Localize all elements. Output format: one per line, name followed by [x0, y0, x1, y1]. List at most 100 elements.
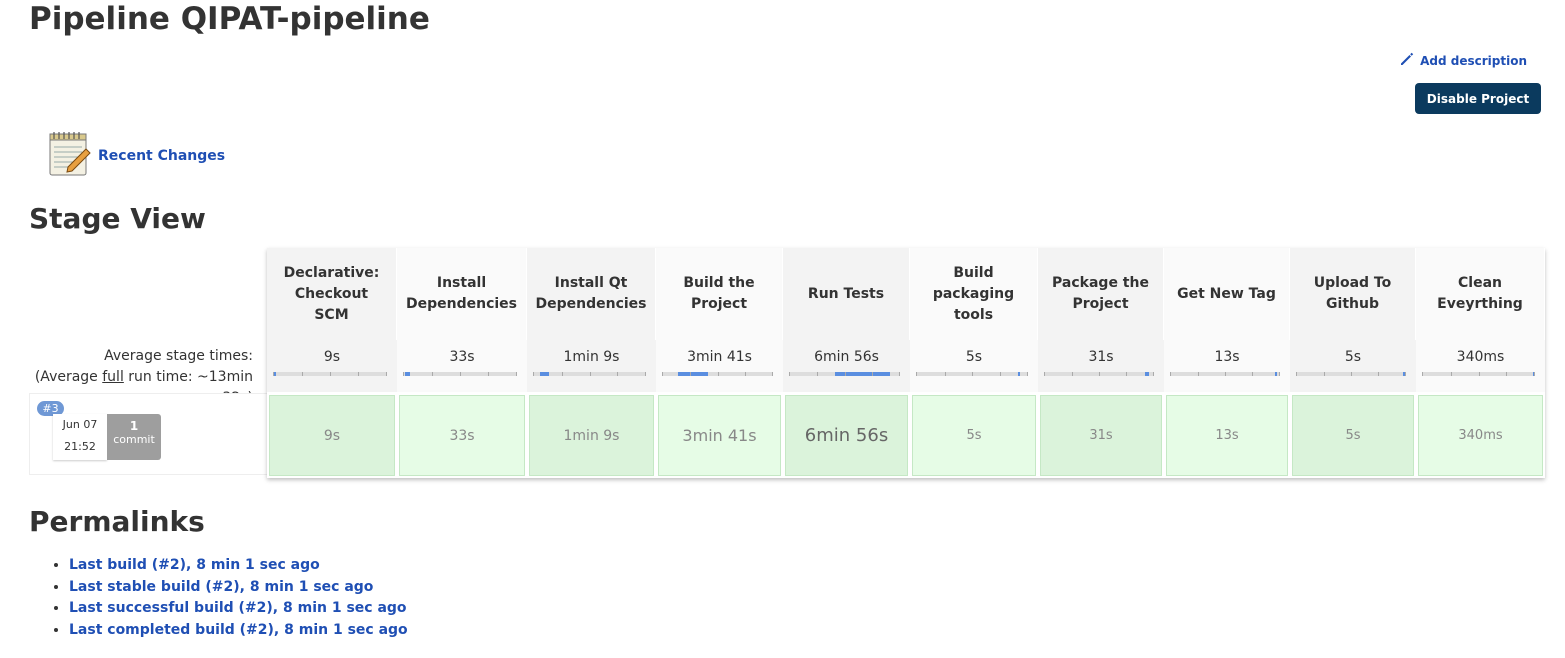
- stage-header: Upload To Github: [1290, 248, 1416, 340]
- stage-average: 1min 9s: [527, 340, 656, 392]
- stage-average: 5s: [1290, 340, 1416, 392]
- stage-run-time: 13s: [1215, 428, 1239, 443]
- stage-time-bar: [916, 372, 1028, 376]
- stage-time-bar-tick: [1225, 372, 1226, 376]
- stage-average-time: 6min 56s: [814, 349, 879, 365]
- stage-time-bar-fill: [274, 372, 276, 376]
- stage-run-time: 33s: [449, 427, 475, 444]
- stage-average: 33s: [397, 340, 527, 392]
- stage-time-bar-tick: [972, 372, 973, 376]
- add-description-label: Add description: [1420, 53, 1527, 68]
- stage-column: Clean Eveyrthing 340ms 340ms: [1416, 248, 1545, 478]
- stage-run-time: 9s: [323, 427, 341, 444]
- stage-run-cell[interactable]: 3min 41s: [658, 395, 781, 476]
- stage-time-bar-tick: [1324, 372, 1325, 376]
- stage-column: Build the Project 3min 41s 3min 41s: [656, 248, 783, 478]
- stage-run-cell[interactable]: 5s: [912, 395, 1036, 476]
- stage-run-cell[interactable]: 33s: [399, 395, 525, 476]
- stage-time-bar-tick: [1478, 372, 1480, 376]
- permalink-item: Last build (#2), 8 min 1 sec ago: [69, 555, 408, 577]
- stage-average-time: 5s: [965, 349, 983, 365]
- notepad-icon: [48, 131, 92, 181]
- permalink-last-completed-build[interactable]: Last completed build (#2), 8 min 1 sec a…: [69, 622, 408, 638]
- stage-run-time: 31s: [1089, 428, 1113, 443]
- stage-run-cell[interactable]: 9s: [269, 395, 395, 476]
- stage-time-bar-tick: [744, 372, 746, 376]
- build-commits-button[interactable]: 1 commit: [107, 414, 161, 460]
- stage-run-cell[interactable]: 6min 56s: [785, 395, 908, 476]
- stage-time-bar-tick: [1126, 372, 1127, 376]
- stage-header: Declarative: Checkout SCM: [267, 248, 397, 340]
- stage-time-bar-fill: [834, 372, 891, 376]
- permalink-item: Last completed build (#2), 8 min 1 sec a…: [69, 620, 408, 642]
- stage-time-bar-tick: [488, 372, 489, 376]
- stage-time-bar-tick: [330, 372, 331, 376]
- stage-column: Get New Tag 13s 13s: [1164, 248, 1290, 478]
- stage-time-bar: [1296, 372, 1406, 376]
- full-run-link[interactable]: full: [102, 369, 124, 385]
- stage-time-bar-tick: [358, 372, 359, 376]
- stage-column: Declarative: Checkout SCM 9s 9s: [267, 248, 397, 478]
- stage-average-time: 3min 41s: [687, 349, 752, 365]
- stage-average-time: 13s: [1214, 349, 1240, 365]
- stage-run-time: 340ms: [1458, 428, 1503, 443]
- stage-header: Run Tests: [783, 248, 910, 340]
- stage-time-bar-fill: [1145, 372, 1150, 376]
- stage-table: Declarative: Checkout SCM 9s 9s Install …: [267, 248, 1545, 478]
- stage-time-bar: [273, 372, 387, 376]
- stage-time-bar-tick: [1378, 372, 1379, 376]
- stage-time-bar-tick: [460, 372, 461, 376]
- recent-changes-link[interactable]: Recent Changes: [98, 148, 225, 164]
- stage-average-time: 33s: [449, 349, 475, 365]
- stage-run-cell[interactable]: 5s: [1292, 395, 1414, 476]
- page-title: Pipeline QIPAT-pipeline: [29, 1, 430, 37]
- stage-average: 3min 41s: [656, 340, 783, 392]
- stage-run-time: 6min 56s: [804, 425, 889, 446]
- stage-column: Install Qt Dependencies 1min 9s 1min 9s: [527, 248, 656, 478]
- stage-time-bar-fill: [1532, 372, 1535, 376]
- stage-header: Build packaging tools: [910, 248, 1038, 340]
- stage-column: Install Dependencies 33s 33s: [397, 248, 527, 478]
- stage-average: 13s: [1164, 340, 1290, 392]
- stage-time-bar-tick: [1198, 372, 1199, 376]
- stage-time-bar-tick: [1252, 372, 1253, 376]
- stage-time-bar-tick: [690, 372, 692, 376]
- build-date: Jun 07 21:52: [53, 414, 107, 460]
- stage-column: Run Tests 6min 56s 6min 56s: [783, 248, 910, 478]
- stage-time-bar: [1170, 372, 1280, 376]
- recent-changes[interactable]: Recent Changes: [48, 131, 225, 181]
- stage-run-cell[interactable]: 13s: [1166, 395, 1288, 476]
- stage-average-time: 5s: [1344, 349, 1362, 365]
- stage-run-cell[interactable]: 1min 9s: [529, 395, 654, 476]
- stage-column: Upload To Github 5s 5s: [1290, 248, 1416, 478]
- stage-run-time: 3min 41s: [682, 426, 757, 445]
- stage-average: 5s: [910, 340, 1038, 392]
- add-description-link[interactable]: Add description: [1399, 51, 1527, 70]
- stage-header: Build the Project: [656, 248, 783, 340]
- permalink-last-successful-build[interactable]: Last successful build (#2), 8 min 1 sec …: [69, 600, 407, 616]
- permalink-item: Last stable build (#2), 8 min 1 sec ago: [69, 577, 408, 599]
- permalink-last-build[interactable]: Last build (#2), 8 min 1 sec ago: [69, 557, 320, 573]
- stage-time-bar-tick: [817, 372, 819, 376]
- stage-run-cell[interactable]: 31s: [1040, 395, 1162, 476]
- stage-header: Install Qt Dependencies: [527, 248, 656, 340]
- stage-run-cell[interactable]: 340ms: [1418, 395, 1543, 476]
- stage-header: Install Dependencies: [397, 248, 527, 340]
- stage-time-bar-tick: [589, 372, 591, 376]
- stage-time-bar-fill: [677, 372, 708, 376]
- stage-time-bar-fill: [1402, 372, 1405, 376]
- stage-average: 340ms: [1416, 340, 1545, 392]
- stage-header: Package the Project: [1038, 248, 1164, 340]
- stage-average-time: 31s: [1088, 349, 1114, 365]
- stage-time-bar-tick: [1099, 372, 1100, 376]
- permalinks-list: Last build (#2), 8 min 1 sec ago Last st…: [50, 555, 408, 641]
- stage-average-time: 1min 9s: [563, 349, 620, 365]
- stage-time-bar: [403, 372, 517, 376]
- stage-time-bar-tick: [432, 372, 433, 376]
- stage-header: Clean Eveyrthing: [1416, 248, 1545, 340]
- permalink-last-stable-build[interactable]: Last stable build (#2), 8 min 1 sec ago: [69, 579, 373, 595]
- disable-project-button[interactable]: Disable Project: [1415, 83, 1541, 114]
- stage-time-bar-tick: [1072, 372, 1073, 376]
- stage-view-title: Stage View: [29, 202, 206, 235]
- stage-time-bar-tick: [561, 372, 563, 376]
